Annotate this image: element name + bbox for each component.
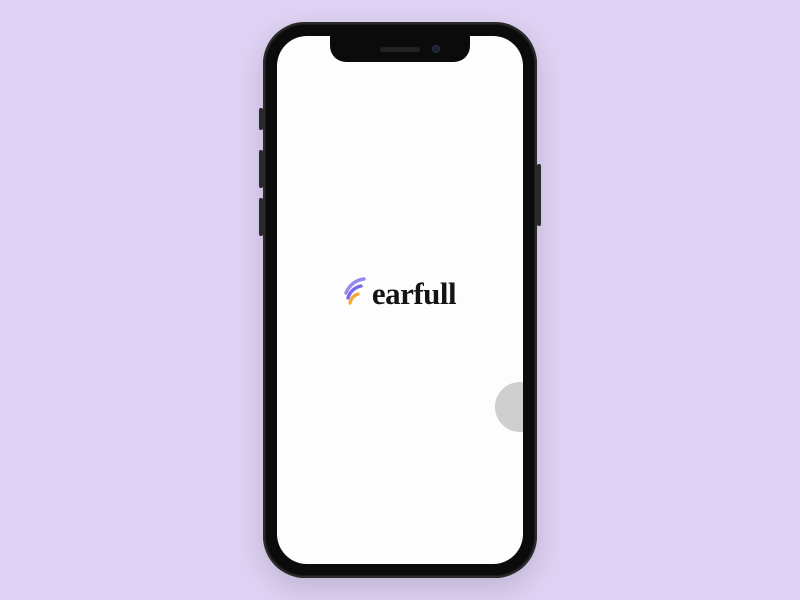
splash-screen[interactable]: earfull [277, 36, 523, 564]
touch-indicator [495, 382, 523, 432]
silence-switch [259, 108, 263, 130]
volume-down-button [259, 198, 263, 236]
front-camera [432, 45, 440, 53]
app-wordmark: earfull [372, 278, 456, 309]
phone-body: earfull [266, 25, 534, 575]
phone-frame: earfull [263, 22, 537, 578]
speaker-grille [380, 47, 420, 52]
volume-up-button [259, 150, 263, 188]
app-logo: earfull [344, 275, 456, 307]
display-notch [330, 36, 470, 62]
sound-arcs-icon [344, 275, 370, 307]
power-button [537, 164, 541, 226]
